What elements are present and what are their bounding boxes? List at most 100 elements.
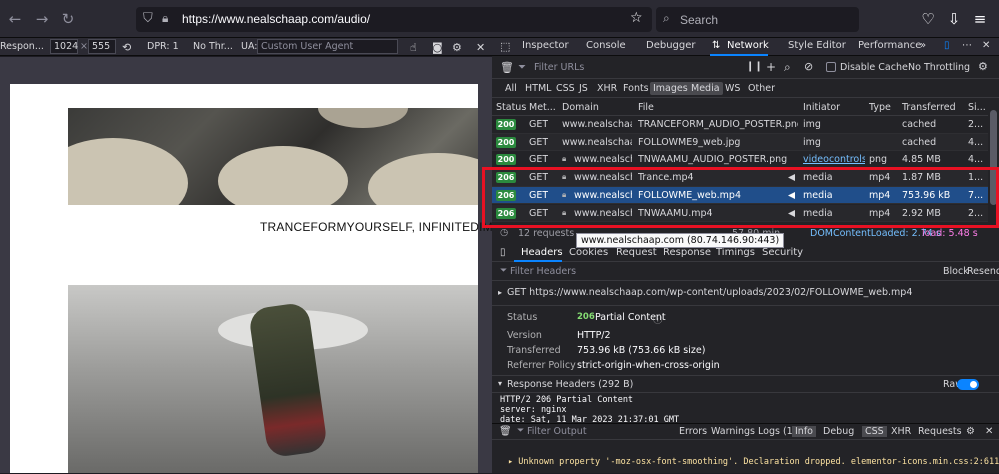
user-agent-input[interactable]: Custom User Agent xyxy=(257,39,398,54)
request-row[interactable]: 206 GET 🔒︎ www.nealsch... FOLLOWME_web.mp4 ◀ m… xyxy=(492,186,988,205)
tab-cookies[interactable]: Cookies xyxy=(569,247,608,258)
console-info[interactable]: Info xyxy=(792,426,816,437)
console-warnings[interactable]: Warnings xyxy=(708,426,758,437)
poster-image[interactable] xyxy=(68,108,478,205)
menu-icon[interactable]: ≡ xyxy=(970,9,990,29)
col-method[interactable]: Met... xyxy=(529,102,556,113)
raw-toggle[interactable] xyxy=(957,379,979,390)
close-icon[interactable]: ✕ xyxy=(476,41,485,54)
console-settings-icon[interactable]: ⚙ xyxy=(963,426,978,437)
tab-style-editor[interactable]: Style Editor xyxy=(788,40,846,51)
request-list-scrollbar[interactable] xyxy=(988,98,999,224)
tab-timings[interactable]: Timings xyxy=(716,247,755,258)
tab-performance[interactable]: Performance xyxy=(858,40,921,51)
resend-button[interactable]: Resend xyxy=(967,266,999,277)
filter-fonts[interactable]: Fonts xyxy=(620,82,652,95)
block-button[interactable]: Block xyxy=(943,266,969,277)
col-domain[interactable]: Domain xyxy=(562,102,599,113)
filter-xhr[interactable]: XHR xyxy=(594,82,620,95)
settings-icon[interactable]: ⚙ xyxy=(452,41,462,54)
search-bar[interactable]: ⌕ Search xyxy=(656,7,859,32)
viewport-width-input[interactable]: 1024 xyxy=(50,39,78,54)
throttling-select[interactable]: No Throttling xyxy=(908,62,970,73)
filter-all[interactable]: All xyxy=(502,82,520,95)
row-file: FOLLOWME_web.mp4 xyxy=(638,189,742,201)
col-size[interactable]: Si... xyxy=(968,102,986,113)
device-select[interactable]: Respon... xyxy=(0,41,44,52)
block-icon[interactable]: ⊘ xyxy=(804,60,813,73)
filter-media[interactable]: Media xyxy=(688,82,723,95)
filter-images[interactable]: Images xyxy=(650,82,691,95)
filter-other[interactable]: Other xyxy=(745,82,778,95)
url-text[interactable]: https://www.nealschaap.com/audio/ xyxy=(182,12,370,26)
devtools-close-icon[interactable]: ✕ xyxy=(982,40,990,51)
pick-element-icon[interactable]: ⬚ xyxy=(500,40,510,53)
pocket-icon[interactable]: ♡ xyxy=(918,9,938,29)
col-transferred[interactable]: Transferred xyxy=(902,102,956,113)
response-headers-section[interactable]: ▾ Response Headers (292 B) Raw xyxy=(492,375,999,393)
search-requests-icon[interactable]: ⌕ xyxy=(784,60,791,75)
tab-security[interactable]: Security xyxy=(762,247,803,258)
col-status[interactable]: Status xyxy=(496,102,526,113)
video-poster-image[interactable] xyxy=(68,285,478,473)
collapse-icon[interactable]: ▾ xyxy=(498,379,502,388)
pause-icon[interactable]: ❙❙ xyxy=(746,61,763,72)
reload-icon[interactable]: ↻ xyxy=(58,9,78,29)
shield-icon[interactable]: ⛉ xyxy=(143,11,153,26)
tab-headers[interactable]: Headers xyxy=(521,247,563,258)
tab-request[interactable]: Request xyxy=(616,247,657,258)
expand-icon[interactable]: ▸ xyxy=(498,288,502,297)
request-row[interactable]: 206 GET 🔒︎ www.nealsch... TNWAAMU.mp4 ◀ media m… xyxy=(492,204,988,223)
dock-icon[interactable]: ▯ xyxy=(944,40,950,51)
filter-urls-input[interactable]: Filter URLs xyxy=(534,62,584,73)
lock-icon[interactable]: 🔒︎ xyxy=(162,11,168,26)
request-row[interactable]: 206 GET 🔒︎ www.nealsch... Trance.mp4 ◀ media mp… xyxy=(492,169,988,187)
console-close-icon[interactable]: ✕ xyxy=(982,426,996,437)
console-xhr[interactable]: XHR xyxy=(888,426,914,437)
console-debug[interactable]: Debug xyxy=(820,426,857,437)
url-bar[interactable]: ⛉ 🔒︎ https://www.nealschaap.com/audio/ ☆ xyxy=(136,7,652,32)
tab-console[interactable]: Console xyxy=(586,40,626,51)
devtools-menu-icon[interactable]: ⋯ xyxy=(962,40,972,51)
detail-close-icon[interactable]: ▯ xyxy=(500,247,506,258)
tab-network[interactable]: Network xyxy=(727,40,769,51)
filter-ws[interactable]: WS xyxy=(722,82,743,95)
tab-response[interactable]: Response xyxy=(663,247,711,258)
back-icon[interactable]: ← xyxy=(5,9,25,29)
console-filter-input[interactable]: Filter Output xyxy=(524,426,590,437)
tab-debugger[interactable]: Debugger xyxy=(646,40,696,51)
rotate-icon[interactable]: ⟲ xyxy=(122,41,131,54)
request-url[interactable]: GET https://www.nealschaap.com/wp-conten… xyxy=(507,287,912,298)
console-requests[interactable]: Requests xyxy=(915,426,965,437)
touch-icon[interactable]: ☝ xyxy=(410,41,417,54)
filter-html[interactable]: HTML xyxy=(522,82,554,95)
col-type[interactable]: Type xyxy=(869,102,891,113)
tab-inspector[interactable]: Inspector xyxy=(522,40,569,51)
help-icon[interactable]: ⓘ xyxy=(653,312,663,326)
request-row[interactable]: 200 GET www.nealschaap.com FOLLOWME9_web.jp… xyxy=(492,133,988,152)
status-label: Status xyxy=(507,312,538,323)
request-row[interactable]: 200 GET 🔒︎ www.nealsch... TNWAAMU_AUDIO_POST… xyxy=(492,151,988,169)
console-css[interactable]: CSS xyxy=(862,426,887,437)
dpr-select[interactable]: DPR: 1 xyxy=(147,41,179,52)
disable-cache-checkbox[interactable] xyxy=(826,62,836,72)
console-trash-icon[interactable]: 🗑︎ xyxy=(496,426,515,437)
filter-js[interactable]: JS xyxy=(576,82,591,95)
throttle-select[interactable]: No Thr... xyxy=(193,41,233,52)
network-settings-icon[interactable]: ⚙ xyxy=(978,60,988,73)
filter-css[interactable]: CSS xyxy=(553,82,578,95)
screenshot-icon[interactable]: ◙ xyxy=(432,41,443,54)
more-tabs-icon[interactable]: » xyxy=(920,40,926,51)
trash-icon[interactable]: 🗑︎ xyxy=(500,61,514,74)
col-initiator[interactable]: Initiator xyxy=(803,102,840,113)
add-icon[interactable]: + xyxy=(766,60,776,74)
scrollbar-thumb[interactable] xyxy=(990,110,997,205)
extensions-icon[interactable]: ⇩ xyxy=(944,9,964,29)
col-file[interactable]: File xyxy=(638,102,654,113)
request-row[interactable]: 200 GET www.nealschaap.com TRANCEFORM_AUDIO… xyxy=(492,116,988,134)
bookmark-star-icon[interactable]: ☆ xyxy=(630,10,643,26)
console-errors[interactable]: Errors xyxy=(676,426,710,437)
forward-icon[interactable]: → xyxy=(32,9,52,29)
viewport-height-input[interactable]: 555 xyxy=(88,39,116,54)
filter-headers-input[interactable]: Filter Headers xyxy=(510,266,576,277)
